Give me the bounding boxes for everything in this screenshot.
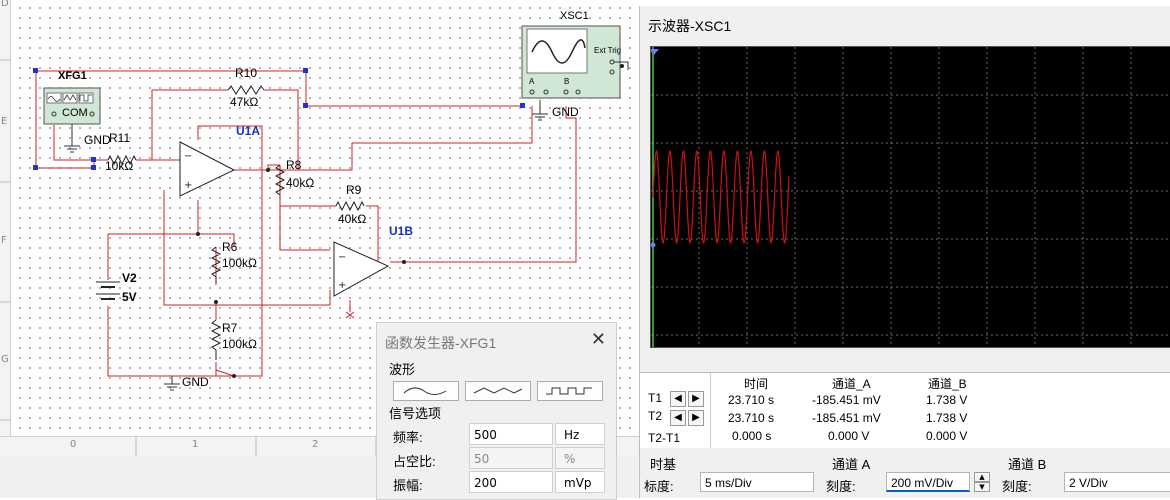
col-a-header: 通道_A [832, 377, 871, 391]
channel-a-scale-field[interactable]: 200 mV/Div [886, 472, 970, 492]
row-t1-label: T1 [648, 391, 663, 405]
measurement-panel: 时间 通道_A 通道_B T1 ◀ ▶ 23.710 s -185.451 mV… [640, 372, 1170, 450]
gnd-label-left: GND [84, 133, 111, 147]
scope-grid [651, 47, 1170, 347]
r10-value: 47kΩ [230, 95, 259, 109]
t1-left-arrow-button[interactable]: ◀ [670, 391, 686, 407]
gnd-label-scope: GND [552, 105, 579, 119]
t2-left-arrow-button[interactable]: ◀ [670, 410, 686, 426]
selection-handles [33, 68, 525, 170]
xsc1-label: XSC1 [560, 10, 589, 22]
duty-cycle-label: 占空比: [393, 454, 436, 469]
row-diff-b: 0.000 V [926, 429, 968, 443]
sine-wave-button[interactable] [393, 381, 459, 401]
xsc-channel-a-label: A [529, 77, 535, 86]
square-wave-button[interactable] [537, 381, 603, 401]
channel-a-trace [652, 149, 790, 245]
r6-value: 100kΩ [222, 256, 257, 270]
timebase-title: 时基 [650, 457, 677, 472]
row-t2-b: 1.738 V [926, 411, 968, 425]
channel-a-spin-up[interactable]: ▲ [974, 472, 990, 482]
row-t1-b: 1.738 V [926, 393, 968, 407]
oscilloscope-symbol[interactable] [521, 25, 629, 99]
triangle-wave-button[interactable] [465, 381, 531, 401]
channel-b-scale-label: 刻度: [1002, 479, 1032, 494]
u1a-label: U1A [236, 124, 261, 138]
nc-marker [345, 311, 355, 319]
cursor-t1-handle[interactable] [649, 49, 659, 55]
signal-options-label: 信号选项 [389, 406, 442, 421]
frequency-label: 频率: [393, 430, 423, 445]
square-wave-icon [546, 387, 592, 395]
timebase-scale-label: 标度: [644, 479, 674, 494]
r7-name: R7 [222, 321, 238, 335]
channel-a-title: 通道 A [832, 457, 871, 472]
xsc-channel-b-label: B [564, 77, 570, 86]
function-generator-window[interactable]: 函数发生器-XFG1 ✕ 波形 信号选项 频率: 500 Hz 占空比: 50 … [376, 322, 617, 500]
duty-cycle-unit: % [555, 447, 605, 469]
svg-text:+: + [338, 280, 346, 291]
r8-name: R8 [286, 158, 302, 172]
xfg1-com-label: COM [62, 107, 88, 119]
row-t1-a: -185.451 mV [812, 393, 881, 407]
triangle-wave-icon [473, 387, 523, 394]
row-t1-time: 23.710 s [728, 393, 775, 407]
waveform-label: 波形 [389, 362, 416, 377]
close-icon[interactable]: ✕ [591, 329, 606, 350]
amplitude-input[interactable]: 200 [469, 471, 553, 493]
col-b-header: 通道_B [928, 377, 967, 391]
u1b-label: U1B [389, 224, 414, 238]
r9-value: 40kΩ [338, 212, 367, 226]
r7-value: 100kΩ [222, 337, 257, 351]
row-t2-label: T2 [648, 409, 663, 423]
r11-name: R11 [109, 131, 131, 145]
channel-a-scale-label: 刻度: [826, 479, 856, 494]
scope-controls: 时基 标度: 5 ms/Div 通道 A 刻度: 200 mV/Div ▲ ▼ … [640, 448, 1170, 498]
r9-name: R9 [346, 183, 362, 197]
channel-a-spin-down[interactable]: ▼ [974, 482, 990, 492]
frequency-unit[interactable]: Hz [555, 423, 605, 445]
oscilloscope-screen[interactable] [649, 46, 1170, 348]
channel-b-title: 通道 B [1008, 457, 1047, 472]
sine-wave-icon [403, 387, 447, 395]
oscilloscope-title: 示波器-XSC1 [648, 18, 732, 34]
row-diff-a: 0.000 V [828, 429, 870, 443]
r8-value: 40kΩ [286, 176, 315, 190]
oscilloscope-display [649, 47, 1170, 347]
r6-name: R6 [222, 240, 238, 254]
svg-text:+: + [184, 180, 192, 191]
col-time-header: 时间 [744, 377, 769, 391]
ext-trig-label: Ext Trig [594, 46, 622, 55]
xfg1-label: XFG1 [58, 70, 87, 82]
gnd-label-bottom: GND [182, 375, 209, 389]
function-generator-title: 函数发生器-XFG1 [385, 335, 497, 351]
r10-name: R10 [235, 66, 258, 80]
row-diff-time: 0.000 s [732, 429, 772, 443]
t2-right-arrow-button[interactable]: ▶ [688, 410, 704, 426]
svg-text:−: − [338, 252, 346, 263]
timebase-scale-field[interactable]: 5 ms/Div [700, 472, 814, 492]
svg-text:−: − [184, 151, 192, 162]
amplitude-unit[interactable]: mVp [555, 471, 605, 493]
t1-right-arrow-button[interactable]: ▶ [688, 391, 704, 407]
cursor-marker [650, 242, 656, 248]
v2-value: 5V [122, 290, 137, 304]
oscilloscope-window[interactable]: 示波器-XSC1 时间 通道_A 通道_B T1 ◀ ▶ 23.710 s -1… [639, 6, 1170, 498]
amplitude-label: 振幅: [393, 478, 423, 493]
channel-b-scale-field[interactable]: 2 V/Div [1064, 472, 1170, 492]
frequency-input[interactable]: 500 [469, 423, 553, 445]
row-diff-label: T2-T1 [648, 431, 681, 445]
v2-name: V2 [122, 271, 137, 285]
row-t2-time: 23.710 s [728, 411, 775, 425]
duty-cycle-input: 50 [469, 447, 553, 469]
battery-symbol [96, 281, 120, 300]
row-t2-a: -185.451 mV [812, 411, 881, 425]
r11-value: 10kΩ [105, 159, 134, 173]
